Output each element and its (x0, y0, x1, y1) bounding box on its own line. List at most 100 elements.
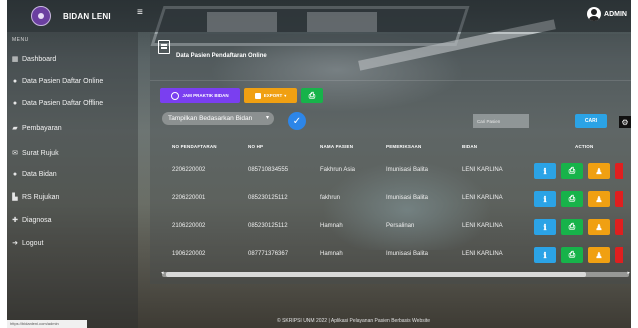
apply-filter-button[interactable]: ✓ (288, 112, 306, 130)
info-button[interactable]: ℹ (534, 191, 556, 207)
logout-icon: ➜ (12, 240, 18, 247)
search-input[interactable] (473, 114, 529, 128)
sidebar-item-label: Data Pasien Daftar Online (22, 78, 104, 85)
cell-no-pendaftaran: 2206220001 (172, 195, 206, 201)
sidebar-item-dashboard[interactable]: ▦ Dashboard (11, 55, 57, 64)
print-row-button[interactable]: ⎙ (561, 191, 583, 207)
sidebar-item-surat-rujuk[interactable]: ✉ Surat Rujuk (11, 149, 59, 158)
printer-icon: ⎙ (568, 250, 576, 259)
table-row: 2206220002 085710834555 Fakhrun Asia Imu… (162, 158, 631, 186)
cell-no-hp: 085230125112 (248, 223, 288, 229)
cell-pemeriksaan: Imunisasi Balita (386, 167, 429, 173)
printer-icon: ⎙ (568, 194, 576, 203)
export-button[interactable]: EXPORT ▾ (244, 88, 297, 103)
brand-logo-icon (31, 6, 51, 26)
edit-user-button[interactable]: ♟ (588, 191, 610, 207)
info-icon: ℹ (543, 194, 547, 204)
page-title: Data Pasien Pendaftaran Online (176, 53, 267, 59)
print-row-button[interactable]: ⎙ (561, 247, 583, 263)
column-header: NAMA PASIEN (320, 144, 354, 149)
column-header: PEMERIKSAAN (386, 144, 422, 149)
mail-icon: ✉ (12, 150, 18, 157)
delete-button[interactable] (615, 219, 623, 235)
column-header: NO HP (248, 144, 264, 149)
cell-nama-pasien: fakhrun (320, 195, 341, 201)
sidebar-item-label: RS Rujukan (22, 193, 60, 201)
info-button[interactable]: ℹ (534, 219, 556, 235)
chevron-down-icon: ▾ (284, 93, 287, 98)
scroll-right-icon[interactable]: ▸ (627, 270, 630, 276)
footer-text: © SKRIPSI UNM 2022 | Aplikasi Pelayanan … (277, 318, 431, 324)
money-icon: ▰ (12, 125, 18, 132)
cell-nama-pasien: Hamnah (320, 223, 343, 229)
main-card: Data Pasien Pendaftaran Online JAM PRAKT… (150, 34, 631, 284)
admin-menu[interactable]: ADMIN (587, 7, 627, 21)
export-icon (254, 92, 261, 99)
info-button[interactable]: ℹ (534, 163, 556, 179)
scroll-left-icon[interactable]: ◂ (161, 270, 164, 276)
sidebar-title: MENU (12, 37, 29, 43)
sidebar-item-diagnosa[interactable]: ✚ Diagnosa (11, 216, 52, 225)
brand-name: BIDAN LENI (63, 11, 111, 21)
scrollbar-thumb[interactable] (166, 272, 586, 277)
info-icon: ℹ (543, 250, 547, 260)
jam-praktik-button[interactable]: JAM PRAKTIK BIDAN (160, 88, 240, 103)
check-icon: ✓ (292, 115, 302, 127)
sidebar-item-pasien-offline[interactable]: ● Data Pasien Daftar Offline (11, 100, 103, 107)
horizontal-scrollbar[interactable]: ◂ ▸ (161, 270, 630, 277)
sidebar: MENU ▦ Dashboard ● Data Pasien Daftar On… (7, 32, 138, 328)
user-edit-icon: ♟ (595, 250, 603, 260)
clock-icon (171, 91, 180, 100)
cell-no-pendaftaran: 2206220002 (172, 167, 206, 173)
info-icon: ℹ (543, 166, 547, 176)
bidan-filter-value: Tampilkan Bedasarkan Bidan (168, 115, 253, 122)
delete-button[interactable] (615, 163, 623, 179)
cell-nama-pasien: Fakhrun Asia (320, 167, 356, 173)
edit-user-button[interactable]: ♟ (588, 247, 610, 263)
table-row: 2106220002 085230125112 Hamnah Persalina… (162, 214, 631, 242)
table-row: 2206220001 085230125112 fakhrun Imunisas… (162, 186, 631, 214)
search-button[interactable]: CARI (575, 114, 607, 128)
admin-label: ADMIN (604, 10, 627, 18)
cell-no-hp: 085710834555 (248, 167, 289, 173)
print-row-button[interactable]: ⎙ (561, 163, 583, 179)
bidan-filter-select[interactable]: Tampilkan Bedasarkan Bidan ▾ (162, 112, 274, 125)
edit-user-button[interactable]: ♟ (588, 219, 610, 235)
export-label: EXPORT (263, 93, 283, 98)
cell-pemeriksaan: Imunisasi Balita (386, 195, 429, 201)
jam-praktik-label: JAM PRAKTIK BIDAN (182, 93, 229, 98)
user-icon: ● (12, 100, 18, 107)
hospital-icon: ▙ (12, 194, 18, 201)
document-icon (158, 40, 170, 54)
edit-user-button[interactable]: ♟ (588, 163, 610, 179)
delete-button[interactable] (615, 247, 623, 263)
sidebar-item-data-bidan[interactable]: ● Data Bidan (11, 171, 57, 178)
user-icon: ● (12, 171, 18, 178)
brand[interactable]: BIDAN LENI (31, 5, 111, 27)
sidebar-item-rs-rujukan[interactable]: ▙ RS Rujukan (11, 193, 60, 202)
cell-bidan: LENI KARLINA (462, 251, 503, 257)
sidebar-item-label: Logout (22, 239, 44, 247)
sidebar-item-pasien-online[interactable]: ● Data Pasien Daftar Online (11, 78, 103, 85)
cell-no-hp: 087771376367 (248, 251, 289, 257)
cell-no-pendaftaran: 1906220002 (172, 251, 206, 257)
sidebar-item-logout[interactable]: ➜ Logout (11, 239, 44, 248)
info-button[interactable]: ℹ (534, 247, 556, 263)
print-row-button[interactable]: ⎙ (561, 219, 583, 235)
gear-icon[interactable]: ⚙ (619, 116, 631, 128)
cell-bidan: LENI KARLINA (462, 223, 503, 229)
column-header: ACTION (575, 144, 594, 149)
printer-icon: ⎙ (568, 222, 576, 231)
sidebar-item-label: Dashboard (22, 55, 57, 63)
column-header: BIDAN (462, 144, 478, 149)
hamburger-menu-icon[interactable]: ≡ (137, 8, 145, 18)
cell-nama-pasien: Hamnah (320, 251, 343, 257)
print-button[interactable]: ⎙ (301, 88, 323, 103)
stethoscope-icon: ✚ (12, 217, 18, 224)
cell-no-hp: 085230125112 (248, 195, 288, 201)
delete-button[interactable] (615, 191, 623, 207)
sidebar-item-pembayaran[interactable]: ▰ Pembayaran (11, 124, 61, 133)
card-header: Data Pasien Pendaftaran Online (150, 34, 631, 81)
chevron-down-icon: ▾ (265, 115, 269, 121)
sidebar-item-label: Data Pasien Daftar Offline (22, 100, 104, 107)
